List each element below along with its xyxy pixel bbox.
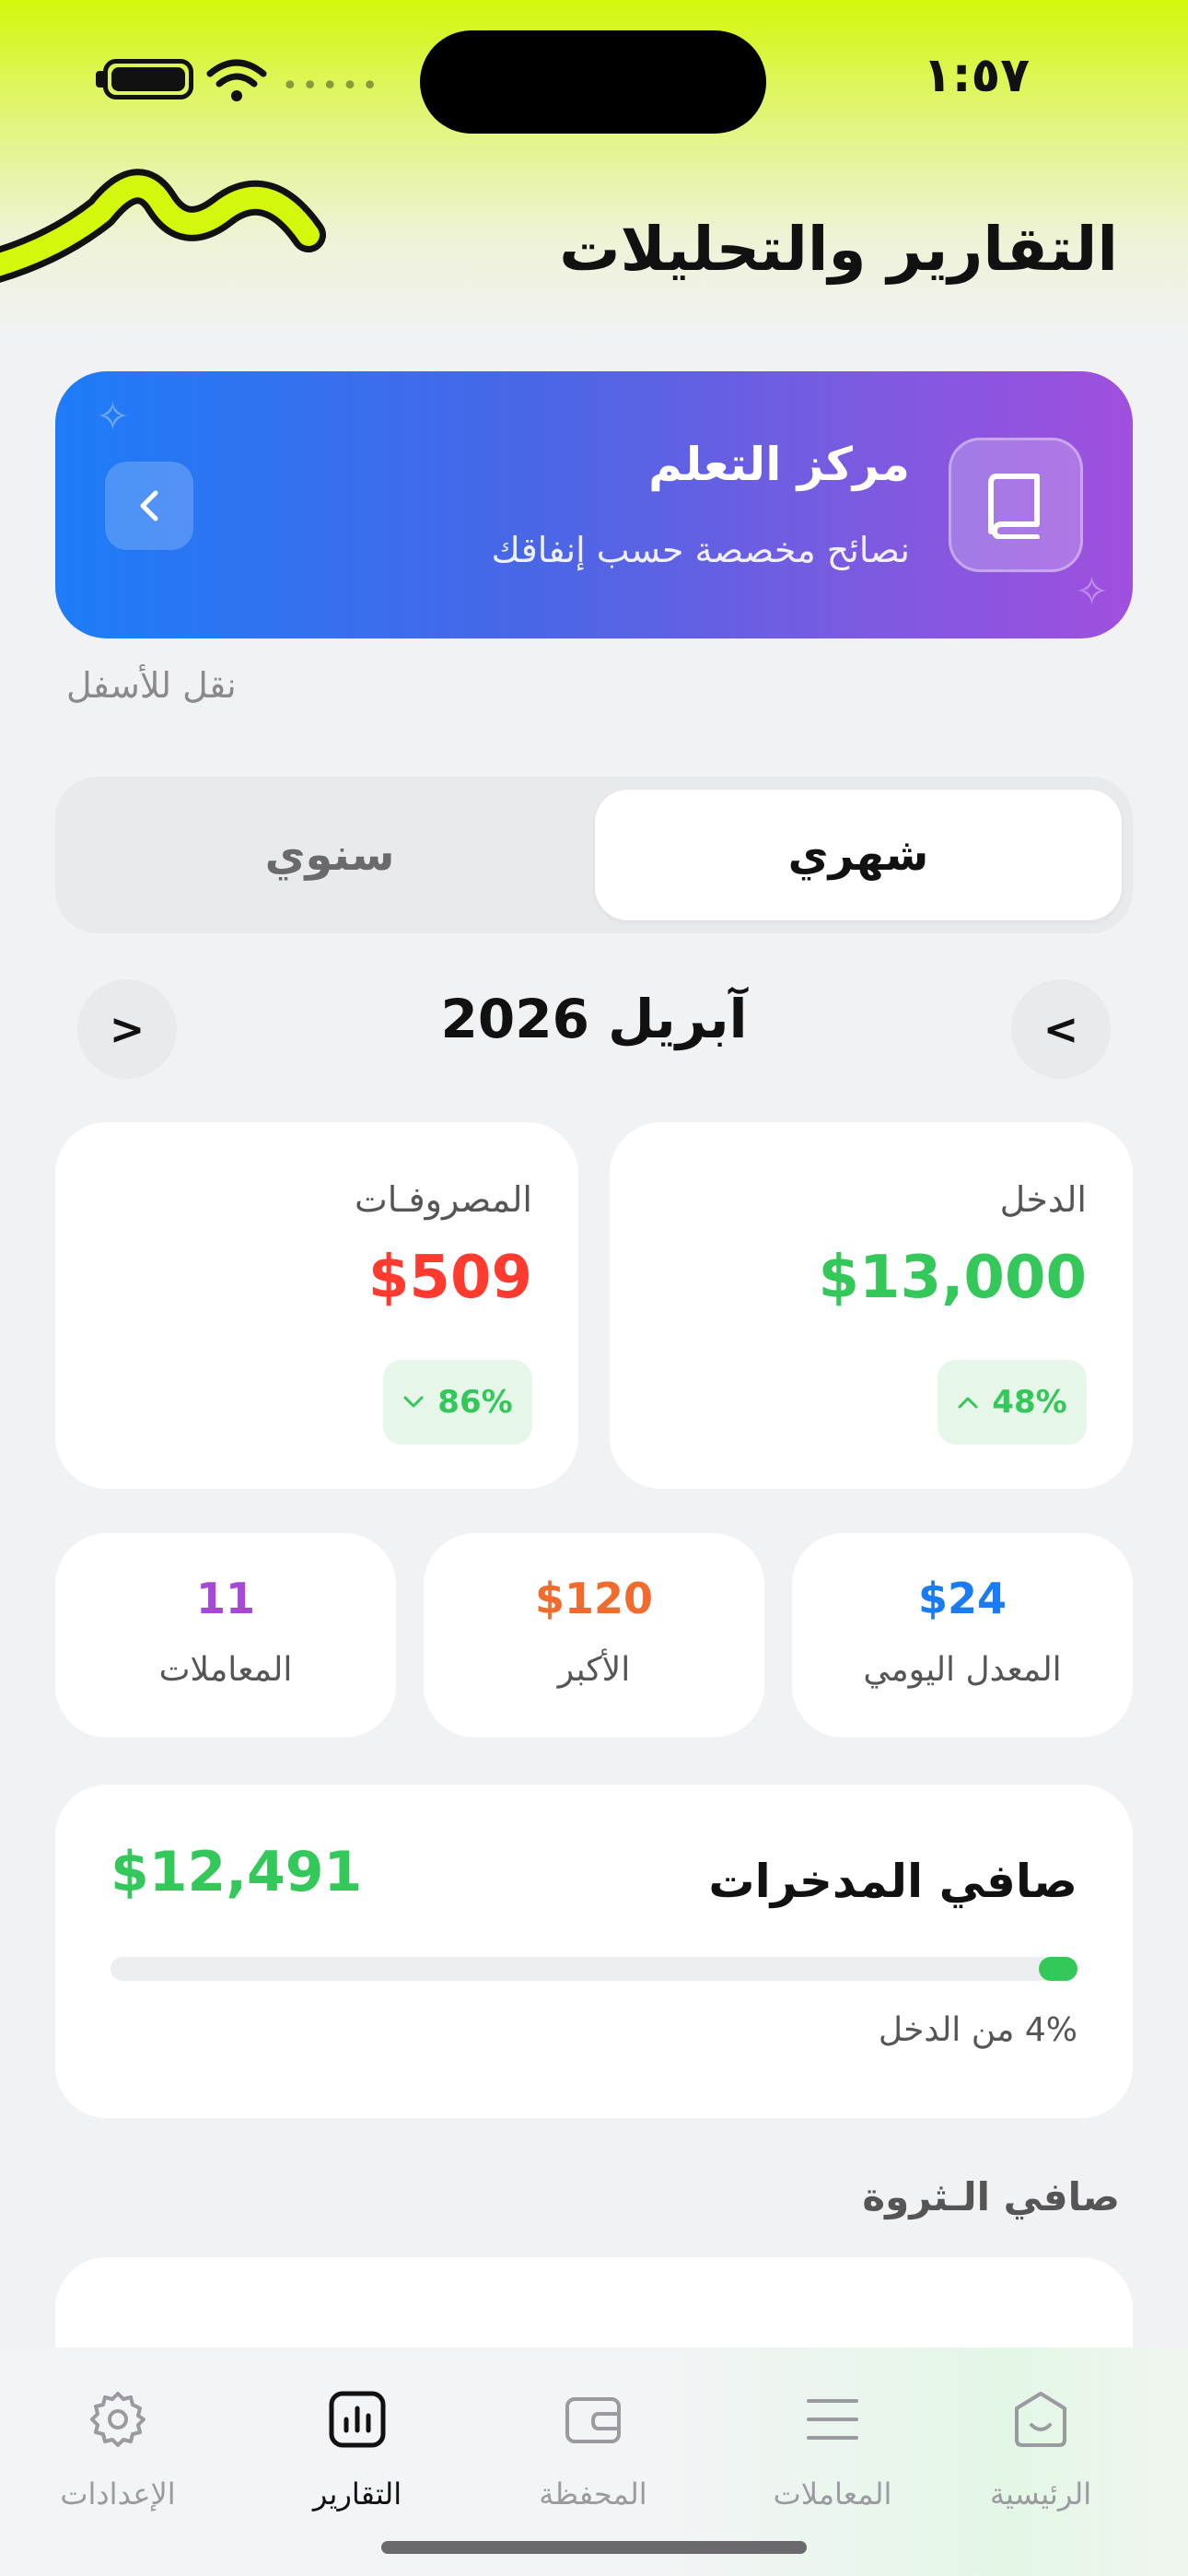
daily-average-card: $24 المعدل اليومي bbox=[792, 1533, 1133, 1738]
previous-month-button[interactable]: < bbox=[77, 979, 177, 1079]
gear-icon bbox=[90, 2392, 146, 2447]
transactions-count-card: 11 المعاملات bbox=[55, 1533, 396, 1738]
learning-center-title: مركز التعلم bbox=[648, 438, 910, 491]
tab-home[interactable]: الرئيسية bbox=[949, 2366, 1133, 2512]
tab-reports-label: التقارير bbox=[312, 2476, 402, 2512]
learning-center-subtitle: نصائح مخصصة حسب إنفاقك bbox=[491, 530, 910, 570]
month-label: آبريل 2026 bbox=[440, 988, 748, 1050]
list-icon bbox=[807, 2399, 858, 2440]
tab-home-label: الرئيسية bbox=[989, 2476, 1092, 2512]
net-worth-label: صافي الـثروة bbox=[862, 2174, 1120, 2219]
largest-value: $120 bbox=[534, 1574, 654, 1623]
sparkle-icon: ✧ bbox=[96, 393, 130, 440]
month-navigator: > آبريل 2026 < bbox=[0, 977, 1188, 1087]
tab-wallet[interactable]: المحفظة bbox=[501, 2366, 685, 2512]
daily-average-value: $24 bbox=[917, 1574, 1007, 1623]
chevron-up-icon bbox=[958, 1397, 978, 1409]
decorative-squiggle bbox=[0, 169, 326, 283]
wallet-icon bbox=[565, 2397, 621, 2443]
chevron-left-icon[interactable] bbox=[105, 462, 193, 550]
income-label: الدخل bbox=[999, 1179, 1087, 1220]
tab-transactions-label: المعاملات bbox=[773, 2476, 892, 2512]
net-savings-value: $12,491 bbox=[111, 1840, 363, 1904]
income-change-badge: 48% bbox=[938, 1360, 1087, 1445]
wifi-icon bbox=[206, 59, 267, 101]
savings-progress-bar bbox=[111, 1957, 1077, 1981]
period-toggle: شهري سنوي bbox=[55, 777, 1133, 933]
expenses-label: المصروفـات bbox=[354, 1179, 532, 1220]
expenses-value: $509 bbox=[367, 1244, 532, 1312]
home-icon bbox=[1015, 2392, 1066, 2447]
signal-dots-icon: ••••• bbox=[282, 70, 382, 102]
header-area: ••••• ١:٥٧ التقارير والتحليلات bbox=[0, 0, 1188, 339]
tab-monthly[interactable]: شهري bbox=[595, 790, 1122, 920]
expenses-change-badge: 86% bbox=[383, 1360, 532, 1445]
tab-settings[interactable]: الإعدادات bbox=[26, 2366, 210, 2512]
dynamic-island bbox=[420, 30, 766, 134]
move-down-link[interactable]: نقل للأسفل bbox=[66, 665, 237, 706]
net-savings-subtitle: 4% من الدخل bbox=[878, 2011, 1077, 2049]
savings-progress-fill bbox=[1039, 1957, 1077, 1981]
chart-icon bbox=[329, 2391, 386, 2448]
home-indicator bbox=[381, 2541, 807, 2554]
book-icon bbox=[949, 438, 1083, 572]
sparkle-icon: ✧ bbox=[1075, 568, 1109, 615]
battery-cap bbox=[96, 71, 103, 88]
chevron-down-icon bbox=[403, 1396, 424, 1408]
status-bar: ••••• ١:٥٧ bbox=[0, 0, 1188, 157]
income-value: $13,000 bbox=[818, 1244, 1088, 1312]
status-time: ١:٥٧ bbox=[922, 48, 1030, 103]
largest-label: الأكبر bbox=[557, 1651, 631, 1689]
learning-center-card[interactable]: ✧ ✧ مركز التعلم نصائح مخصصة حسب إنفاقك bbox=[55, 371, 1133, 638]
tab-wallet-label: المحفظة bbox=[539, 2476, 647, 2512]
battery-icon bbox=[103, 59, 193, 100]
previous-month-arrow: < bbox=[109, 1004, 146, 1054]
largest-card: $120 الأكبر bbox=[424, 1533, 764, 1738]
income-card: الدخل $13,000 48% bbox=[610, 1122, 1133, 1489]
page-title: التقارير والتحليلات bbox=[559, 214, 1118, 285]
transactions-count-value: 11 bbox=[195, 1574, 255, 1623]
expenses-card: المصروفـات $509 86% bbox=[55, 1122, 578, 1489]
transactions-count-label: المعاملات bbox=[158, 1651, 293, 1689]
expenses-change-value: 86% bbox=[437, 1384, 513, 1421]
net-savings-card: صافي المدخرات $12,491 4% من الدخل bbox=[55, 1785, 1133, 2118]
net-savings-title: صافي المدخرات bbox=[708, 1855, 1077, 1908]
daily-average-label: المعدل اليومي bbox=[863, 1651, 1062, 1689]
tab-reports[interactable]: التقارير bbox=[265, 2366, 449, 2512]
tab-yearly[interactable]: سنوي bbox=[66, 790, 593, 920]
tab-settings-label: الإعدادات bbox=[60, 2476, 176, 2512]
income-change-value: 48% bbox=[992, 1384, 1067, 1421]
tab-transactions[interactable]: المعاملات bbox=[740, 2366, 925, 2512]
